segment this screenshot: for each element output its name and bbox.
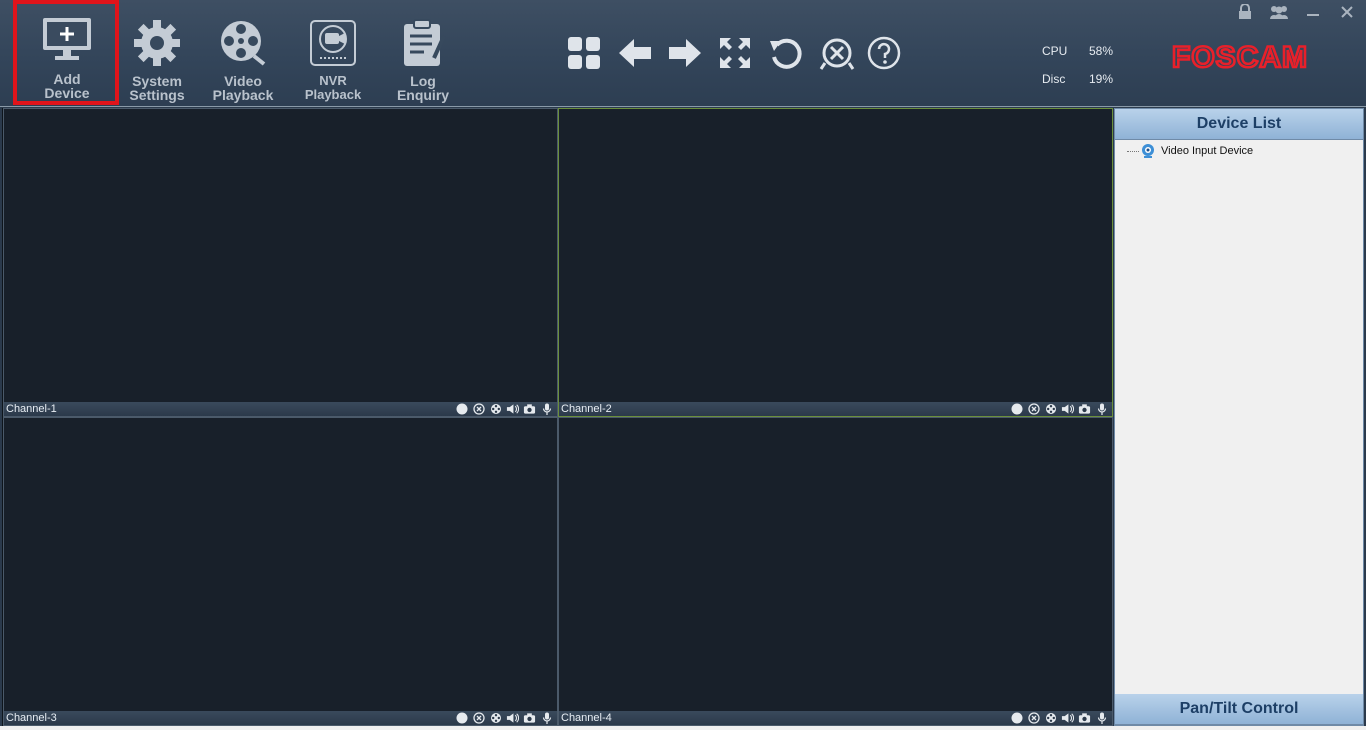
channel-controls bbox=[455, 712, 553, 724]
channel-controls bbox=[1010, 712, 1108, 724]
close-stream-icon[interactable] bbox=[1027, 403, 1040, 415]
video-playback-button[interactable]: Video Playback bbox=[203, 18, 283, 108]
cpu-label: CPU bbox=[1042, 44, 1068, 58]
close-circle-icon[interactable] bbox=[818, 34, 856, 72]
channel-controls bbox=[455, 403, 553, 415]
video-playback-label-2: Playback bbox=[212, 87, 274, 103]
arrow-right-icon[interactable] bbox=[666, 34, 704, 72]
channel-name: Channel-4 bbox=[561, 712, 612, 724]
webcam-icon bbox=[1141, 143, 1155, 159]
channel-bar-3: Channel-3 bbox=[4, 711, 557, 725]
system-settings-button[interactable]: System Settings bbox=[117, 18, 197, 108]
clipboard-icon bbox=[383, 18, 463, 74]
bottom-border bbox=[0, 726, 1366, 730]
speaker-icon[interactable] bbox=[506, 712, 519, 724]
channel-view-1[interactable]: Channel-1 bbox=[3, 108, 558, 417]
svg-text:FOSCAM: FOSCAM bbox=[1172, 41, 1308, 74]
ptz-icon[interactable] bbox=[489, 712, 502, 724]
system-stats: CPU 58% Disc 19% bbox=[1042, 44, 1129, 100]
record-dot-icon[interactable] bbox=[1010, 712, 1023, 724]
refresh-icon[interactable] bbox=[767, 34, 805, 72]
device-list-header[interactable]: Device List bbox=[1115, 109, 1363, 140]
microphone-icon[interactable] bbox=[1095, 403, 1108, 415]
help-icon[interactable] bbox=[865, 34, 903, 72]
record-dot-icon[interactable] bbox=[1010, 403, 1023, 415]
gear-icon bbox=[117, 18, 197, 74]
log-enquiry-button[interactable]: Log Enquiry bbox=[383, 18, 463, 108]
camera-snapshot-icon[interactable] bbox=[523, 403, 536, 415]
cpu-value: 58% bbox=[1089, 44, 1114, 58]
channel-bar-4: Channel-4 bbox=[559, 711, 1112, 725]
camera-snapshot-icon[interactable] bbox=[1078, 712, 1091, 724]
ptz-icon[interactable] bbox=[1044, 712, 1057, 724]
tree-item-video-input[interactable]: Video Input Device bbox=[1127, 143, 1253, 159]
arrow-left-icon[interactable] bbox=[616, 34, 654, 72]
channel-bar-1: Channel-1 bbox=[4, 402, 557, 416]
close-stream-icon[interactable] bbox=[472, 712, 485, 724]
foscam-logo: FOSCAM bbox=[1171, 40, 1334, 79]
ptz-icon[interactable] bbox=[1044, 403, 1057, 415]
video-playback-label-1: Video bbox=[224, 73, 262, 89]
channel-name: Channel-3 bbox=[6, 712, 57, 724]
ptz-icon[interactable] bbox=[489, 403, 502, 415]
channel-view-2[interactable]: Channel-2 bbox=[558, 108, 1113, 417]
speaker-icon[interactable] bbox=[506, 403, 519, 415]
channel-view-4[interactable]: Channel-4 bbox=[558, 417, 1113, 726]
device-tree: Video Input Device bbox=[1115, 140, 1363, 696]
minimize-icon[interactable] bbox=[1302, 2, 1324, 22]
video-grid: Channel-1 Channel-2 Channel-3 Channel-4 bbox=[2, 108, 1113, 726]
nvr-playback-label-2: Playback bbox=[304, 87, 362, 102]
microphone-icon[interactable] bbox=[540, 403, 553, 415]
channel-name: Channel-1 bbox=[6, 403, 57, 415]
speaker-icon[interactable] bbox=[1061, 712, 1074, 724]
lock-icon[interactable] bbox=[1234, 2, 1256, 22]
disc-label: Disc bbox=[1042, 72, 1066, 86]
channel-name: Channel-2 bbox=[561, 403, 612, 415]
system-settings-label-2: Settings bbox=[129, 87, 185, 103]
record-dot-icon[interactable] bbox=[455, 712, 468, 724]
channel-bar-2: Channel-2 bbox=[559, 402, 1112, 416]
tree-item-label: Video Input Device bbox=[1161, 145, 1254, 157]
log-enquiry-label-2: Enquiry bbox=[396, 87, 450, 103]
camera-snapshot-icon[interactable] bbox=[1078, 403, 1091, 415]
highlight-box bbox=[13, 0, 119, 105]
nvr-device-icon bbox=[293, 18, 373, 74]
system-settings-label-1: System bbox=[132, 73, 182, 89]
speaker-icon[interactable] bbox=[1061, 403, 1074, 415]
log-enquiry-label-1: Log bbox=[410, 73, 436, 89]
device-panel: Device List Video Input Device Pan/Tilt … bbox=[1114, 108, 1364, 726]
tree-connector bbox=[1127, 150, 1139, 152]
pan-tilt-control-header[interactable]: Pan/Tilt Control bbox=[1115, 694, 1363, 725]
close-icon[interactable] bbox=[1336, 2, 1358, 22]
record-dot-icon[interactable] bbox=[455, 403, 468, 415]
main-toolbar: Add Device System Settings Video Playbac… bbox=[0, 0, 1366, 107]
film-reel-icon bbox=[203, 18, 283, 74]
microphone-icon[interactable] bbox=[540, 712, 553, 724]
nvr-playback-label-1: NVR bbox=[319, 73, 347, 88]
close-stream-icon[interactable] bbox=[1027, 712, 1040, 724]
users-icon[interactable] bbox=[1268, 2, 1290, 22]
close-stream-icon[interactable] bbox=[472, 403, 485, 415]
channel-controls bbox=[1010, 403, 1108, 415]
channel-view-3[interactable]: Channel-3 bbox=[3, 417, 558, 726]
window-controls bbox=[1234, 2, 1358, 22]
nvr-playback-button[interactable]: NVR Playback bbox=[293, 18, 373, 108]
layout-grid-icon[interactable] bbox=[565, 34, 603, 72]
fullscreen-icon[interactable] bbox=[716, 34, 754, 72]
disc-value: 19% bbox=[1089, 72, 1114, 86]
camera-snapshot-icon[interactable] bbox=[523, 712, 536, 724]
microphone-icon[interactable] bbox=[1095, 712, 1108, 724]
